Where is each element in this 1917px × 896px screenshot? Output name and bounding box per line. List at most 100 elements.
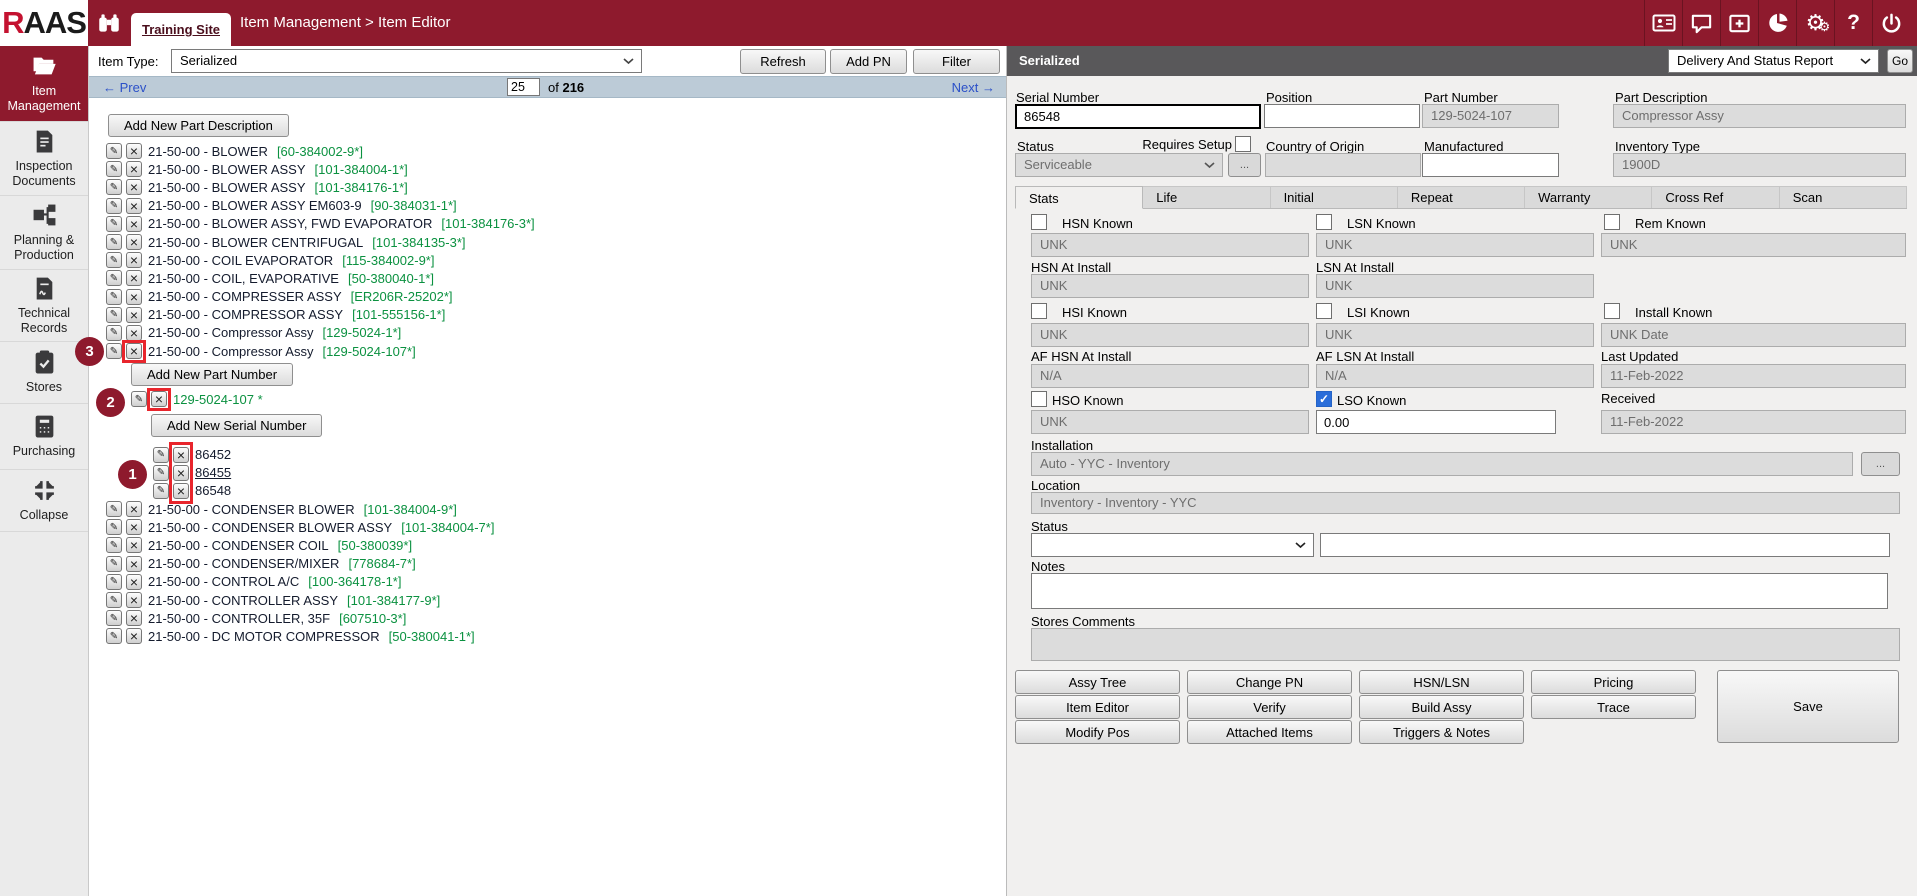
hso-known-checkbox[interactable] <box>1031 391 1047 407</box>
modify-pos-button[interactable]: Modify Pos <box>1015 720 1180 744</box>
serial-number-label[interactable]: 86548 <box>195 483 231 498</box>
delete-icon[interactable]: × <box>126 501 142 517</box>
notes-textarea[interactable] <box>1031 573 1888 609</box>
pie-chart-icon[interactable] <box>1758 0 1796 46</box>
prev-link[interactable]: ← Prev <box>103 80 146 95</box>
sidebar-item-inspection-documents[interactable]: Inspection Documents <box>0 122 88 196</box>
edit-icon[interactable]: ✎ <box>106 519 122 535</box>
hsn-known-checkbox[interactable] <box>1031 214 1047 230</box>
delete-icon[interactable]: × <box>126 537 142 553</box>
edit-icon[interactable]: ✎ <box>106 234 122 250</box>
part-description-label[interactable]: 21-50-00 - COIL, EVAPORATIVE[50-380040-1… <box>148 271 434 286</box>
sidebar-item-collapse[interactable]: Collapse <box>0 470 88 532</box>
lsn-known-checkbox[interactable] <box>1316 214 1332 230</box>
edit-icon[interactable]: ✎ <box>106 537 122 553</box>
delete-icon[interactable]: × <box>126 556 142 572</box>
trace-button[interactable]: Trace <box>1531 695 1696 719</box>
hsn-lsn-button[interactable]: HSN/LSN <box>1359 670 1524 694</box>
add-window-icon[interactable] <box>1720 0 1758 46</box>
tab-training-site[interactable]: Training Site <box>131 13 231 46</box>
lso-known-checkbox[interactable]: ✓ <box>1316 391 1332 407</box>
refresh-button[interactable]: Refresh <box>740 49 826 74</box>
edit-icon[interactable]: ✎ <box>106 307 122 323</box>
change-pn-button[interactable]: Change PN <box>1187 670 1352 694</box>
edit-icon[interactable]: ✎ <box>106 628 122 644</box>
help-icon[interactable]: ? <box>1834 0 1872 46</box>
part-description-label[interactable]: 21-50-00 - Compressor Assy[129-5024-1*] <box>148 325 401 340</box>
attached-items-button[interactable]: Attached Items <box>1187 720 1352 744</box>
page-number-input[interactable] <box>507 78 540 96</box>
delete-icon[interactable]: × <box>126 628 142 644</box>
edit-icon[interactable]: ✎ <box>106 325 122 341</box>
tab-life[interactable]: Life <box>1143 187 1270 208</box>
edit-icon[interactable]: ✎ <box>106 198 122 214</box>
delete-icon[interactable]: × <box>126 234 142 250</box>
item-type-select[interactable]: Serialized <box>171 49 642 73</box>
power-icon[interactable] <box>1872 0 1910 46</box>
manufactured-input[interactable] <box>1422 153 1559 177</box>
build-assy-button[interactable]: Build Assy <box>1359 695 1524 719</box>
tab-initial[interactable]: Initial <box>1271 187 1398 208</box>
edit-icon[interactable]: ✎ <box>106 592 122 608</box>
serial-number-input[interactable] <box>1015 104 1261 129</box>
edit-icon[interactable]: ✎ <box>106 501 122 517</box>
requires-setup-checkbox[interactable] <box>1235 136 1251 152</box>
part-description-label[interactable]: 21-50-00 - BLOWER[60-384002-9*] <box>148 144 363 159</box>
delete-icon[interactable]: × <box>126 179 142 195</box>
delete-icon[interactable]: × <box>126 325 142 341</box>
go-button[interactable]: Go <box>1887 49 1913 73</box>
part-description-label[interactable]: 21-50-00 - BLOWER ASSY[101-384176-1*] <box>148 180 408 195</box>
part-description-label[interactable]: 21-50-00 - Compressor Assy[129-5024-107*… <box>148 344 416 359</box>
installation-more-button[interactable]: ... <box>1861 452 1900 476</box>
edit-icon[interactable]: ✎ <box>153 465 169 481</box>
tab-warranty[interactable]: Warranty <box>1525 187 1652 208</box>
add-new-part-description-button[interactable]: Add New Part Description <box>108 114 289 137</box>
triggers-notes-button[interactable]: Triggers & Notes <box>1359 720 1524 744</box>
status-more-button[interactable]: ... <box>1228 153 1261 177</box>
part-number-label[interactable]: 129-5024-107 * <box>173 392 263 407</box>
part-description-label[interactable]: 21-50-00 - COMPRESSOR ASSY[101-555156-1*… <box>148 307 445 322</box>
delete-icon[interactable]: × <box>126 198 142 214</box>
status-select[interactable]: Serviceable <box>1015 153 1223 177</box>
part-description-label[interactable]: 21-50-00 - CONTROLLER, 35F[607510-3*] <box>148 611 406 626</box>
part-description-label[interactable]: 21-50-00 - CONDENSER/MIXER[778684-7*] <box>148 556 416 571</box>
add-pn-button[interactable]: Add PN <box>830 49 907 74</box>
tab-scan[interactable]: Scan <box>1780 187 1907 208</box>
edit-icon[interactable]: ✎ <box>106 343 122 359</box>
part-description-label[interactable]: 21-50-00 - CONDENSER COIL[50-380039*] <box>148 538 412 553</box>
edit-icon[interactable]: ✎ <box>106 179 122 195</box>
install-known-checkbox[interactable] <box>1604 303 1620 319</box>
add-new-serial-number-button[interactable]: Add New Serial Number <box>151 414 322 437</box>
delete-icon[interactable]: × <box>126 592 142 608</box>
part-description-label[interactable]: 21-50-00 - CONDENSER BLOWER[101-384004-9… <box>148 502 457 517</box>
settings-gears-icon[interactable]: ⚙⚙ <box>1796 0 1834 46</box>
save-button[interactable]: Save <box>1717 670 1899 743</box>
part-description-label[interactable]: 21-50-00 - CONDENSER BLOWER ASSY[101-384… <box>148 520 494 535</box>
edit-icon[interactable]: ✎ <box>106 556 122 572</box>
pricing-button[interactable]: Pricing <box>1531 670 1696 694</box>
sidebar-item-item-management[interactable]: Item Management <box>0 46 88 122</box>
next-link[interactable]: Next → <box>952 80 995 95</box>
tab-cross-ref[interactable]: Cross Ref <box>1652 187 1779 208</box>
filter-button[interactable]: Filter <box>913 49 1000 74</box>
part-description-label[interactable]: 21-50-00 - COIL EVAPORATOR[115-384002-9*… <box>148 253 434 268</box>
item-editor-button[interactable]: Item Editor <box>1015 695 1180 719</box>
verify-button[interactable]: Verify <box>1187 695 1352 719</box>
assy-tree-button[interactable]: Assy Tree <box>1015 670 1180 694</box>
part-description-label[interactable]: 21-50-00 - BLOWER ASSY EM603-9[90-384031… <box>148 198 457 213</box>
edit-icon[interactable]: ✎ <box>153 447 169 463</box>
part-description-label[interactable]: 21-50-00 - CONTROLLER ASSY[101-384177-9*… <box>148 593 440 608</box>
part-description-label[interactable]: 21-50-00 - DC MOTOR COMPRESSOR[50-380041… <box>148 629 475 644</box>
edit-icon[interactable]: ✎ <box>106 289 122 305</box>
delete-icon[interactable]: × <box>126 307 142 323</box>
delete-icon[interactable]: × <box>126 574 142 590</box>
report-select[interactable]: Delivery And Status Report <box>1668 49 1879 73</box>
sidebar-item-purchasing[interactable]: Purchasing <box>0 404 88 470</box>
add-new-part-number-button[interactable]: Add New Part Number <box>131 363 293 386</box>
sidebar-item-planning-production[interactable]: Planning & Production <box>0 196 88 270</box>
chat-icon[interactable] <box>1682 0 1720 46</box>
edit-icon[interactable]: ✎ <box>106 574 122 590</box>
edit-icon[interactable]: ✎ <box>106 161 122 177</box>
edit-icon[interactable]: ✎ <box>153 483 169 499</box>
serial-number-label[interactable]: 86455 <box>195 465 231 480</box>
